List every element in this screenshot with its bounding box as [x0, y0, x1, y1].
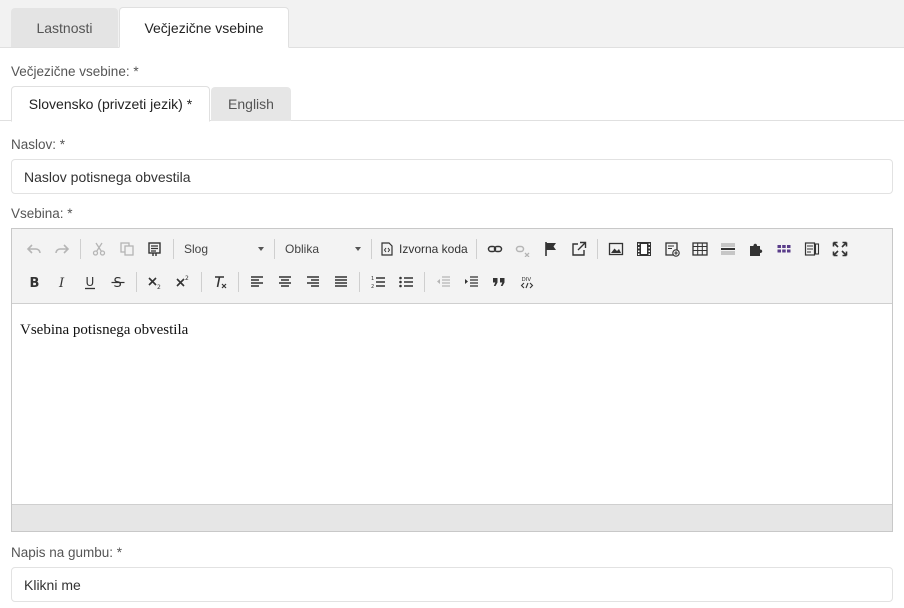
cut-icon[interactable] — [85, 236, 113, 262]
link-icon[interactable] — [481, 236, 509, 262]
top-tab-bar: Lastnosti Večjezične vsebine — [0, 0, 904, 48]
svg-text:U: U — [86, 275, 95, 289]
tab-vecjezicne-vsebine[interactable]: Večjezične vsebine — [119, 7, 289, 48]
bullet-list-icon[interactable] — [392, 269, 420, 295]
svg-text:2: 2 — [157, 284, 161, 290]
format-combo[interactable]: Oblika — [279, 236, 367, 262]
svg-text:2: 2 — [371, 284, 374, 290]
style-combo-label: Slog — [184, 242, 209, 256]
paste-icon[interactable] — [141, 236, 169, 262]
toolbar-separator — [475, 239, 477, 259]
source-code-icon — [381, 242, 393, 256]
show-blocks-icon[interactable] — [798, 236, 826, 262]
chevron-down-icon — [258, 247, 264, 251]
redo-icon[interactable] — [48, 236, 76, 262]
toolbar-separator — [274, 239, 275, 259]
source-code-label: Izvorna koda — [399, 242, 468, 256]
grid-block-icon[interactable] — [770, 236, 798, 262]
superscript-icon[interactable]: 2 — [169, 269, 197, 295]
plugin-puzzle-icon[interactable] — [742, 236, 770, 262]
style-combo[interactable]: Slog — [178, 236, 270, 262]
title-label: Naslov: * — [11, 137, 66, 152]
source-code-button[interactable]: Izvorna koda — [376, 236, 472, 262]
toolbar-row-1: Slog Oblika Izvorna koda — [20, 236, 854, 262]
svg-text:2: 2 — [185, 275, 189, 282]
align-right-icon[interactable] — [299, 269, 327, 295]
toolbar-row-2: B I U S 2 2 — [20, 269, 541, 295]
language-tab-bar: Slovensko (privzeti jezik) * English — [0, 86, 904, 122]
align-justify-icon[interactable] — [327, 269, 355, 295]
multilang-label: Večjezične vsebine: * — [11, 64, 139, 79]
external-link-icon[interactable] — [565, 236, 593, 262]
toolbar-separator — [238, 272, 239, 292]
content-label: Vsebina: * — [11, 206, 73, 221]
tab-lastnosti[interactable]: Lastnosti — [11, 8, 118, 47]
add-page-icon[interactable] — [658, 236, 686, 262]
editor-body-text: Vsebina potisnega obvestila — [20, 322, 189, 338]
unlink-icon[interactable] — [509, 236, 537, 262]
button-text-input[interactable] — [11, 567, 893, 602]
blockquote-icon[interactable] — [485, 269, 513, 295]
toolbar-separator — [371, 239, 372, 259]
toolbar-separator — [201, 272, 202, 292]
strikethrough-icon[interactable]: S — [104, 269, 132, 295]
copy-icon[interactable] — [113, 236, 141, 262]
toolbar-separator — [596, 239, 598, 259]
video-icon[interactable] — [630, 236, 658, 262]
toolbar-separator — [173, 239, 174, 259]
svg-text:DIV: DIV — [522, 277, 532, 283]
maximize-icon[interactable] — [826, 236, 854, 262]
rich-text-editor: Slog Oblika Izvorna koda B I U 2 2 1 2 D… — [11, 228, 893, 532]
chevron-down-icon — [355, 247, 361, 251]
editor-toolbar: Slog Oblika Izvorna koda B I U 2 2 1 2 D… — [12, 229, 892, 304]
toolbar-separator — [424, 272, 425, 292]
align-center-icon[interactable] — [271, 269, 299, 295]
toolbar-separator — [359, 272, 360, 292]
button-text-label: Napis na gumbu: * — [11, 545, 123, 560]
bold-icon[interactable]: B — [20, 269, 48, 295]
horizontal-rule-icon[interactable] — [714, 236, 742, 262]
toolbar-separator — [80, 239, 81, 259]
editor-status-bar — [12, 504, 892, 531]
title-input[interactable] — [11, 159, 893, 194]
remove-format-icon[interactable] — [206, 269, 234, 295]
editor-content-area[interactable]: Vsebina potisnega obvestila — [12, 304, 892, 505]
align-left-icon[interactable] — [243, 269, 271, 295]
table-icon[interactable] — [686, 236, 714, 262]
outdent-icon[interactable] — [429, 269, 457, 295]
svg-text:I: I — [58, 276, 65, 290]
toolbar-separator — [136, 272, 137, 292]
undo-icon[interactable] — [20, 236, 48, 262]
image-icon[interactable] — [602, 236, 630, 262]
svg-text:B: B — [30, 276, 40, 290]
div-container-icon[interactable]: DIV — [513, 269, 541, 295]
tab-lang-slovensko[interactable]: Slovensko (privzeti jezik) * — [11, 86, 210, 122]
tab-lang-english[interactable]: English — [211, 87, 291, 121]
underline-icon[interactable]: U — [76, 269, 104, 295]
indent-icon[interactable] — [457, 269, 485, 295]
italic-icon[interactable]: I — [48, 269, 76, 295]
svg-text:1: 1 — [371, 276, 374, 282]
subscript-icon[interactable]: 2 — [141, 269, 169, 295]
anchor-flag-icon[interactable] — [537, 236, 565, 262]
numbered-list-icon[interactable]: 12 — [364, 269, 392, 295]
format-combo-label: Oblika — [285, 242, 320, 256]
